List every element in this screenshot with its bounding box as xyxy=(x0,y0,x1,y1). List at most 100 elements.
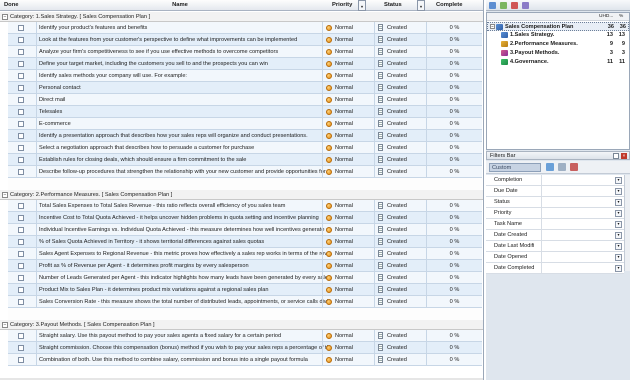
task-complete[interactable]: 0 % xyxy=(426,154,482,166)
task-row[interactable]: Describe follow-up procedures that stren… xyxy=(0,166,482,178)
tree-item-performance-measures[interactable]: 2.Performance Measures. 9 9 xyxy=(487,40,629,49)
filter-field-row[interactable]: Task Name ▾ xyxy=(486,219,624,230)
task-status[interactable]: Created xyxy=(374,154,426,166)
task-name[interactable]: Telesales xyxy=(36,106,330,118)
task-complete[interactable]: 0 % xyxy=(426,224,482,236)
pin-icon[interactable] xyxy=(613,153,619,159)
task-row[interactable]: Look at the features from your customer'… xyxy=(0,34,482,46)
task-name[interactable]: Straight commission. Choose this compens… xyxy=(36,342,330,354)
task-complete[interactable]: 0 % xyxy=(426,354,482,366)
task-row[interactable]: Number of Leads Generated per Agent - th… xyxy=(0,272,482,284)
task-complete[interactable]: 0 % xyxy=(426,118,482,130)
chevron-down-icon[interactable]: ▾ xyxy=(615,254,622,261)
task-row[interactable]: Identify a presentation approach that de… xyxy=(0,130,482,142)
task-name[interactable]: Establish rules for closing deals, which… xyxy=(36,154,330,166)
done-checkbox[interactable] xyxy=(18,37,24,43)
task-name[interactable]: Describe follow-up procedures that stren… xyxy=(36,166,330,178)
tree-item-root[interactable]: − Sales Compensation Plan 36 36 xyxy=(487,22,629,31)
task-name[interactable]: Look at the features from your customer'… xyxy=(36,34,330,46)
task-priority[interactable]: Normal xyxy=(322,154,374,166)
done-checkbox[interactable] xyxy=(18,73,24,79)
task-name[interactable]: Identify your product's features and ben… xyxy=(36,22,330,34)
task-priority[interactable]: Normal xyxy=(322,236,374,248)
task-status[interactable]: Created xyxy=(374,212,426,224)
task-row[interactable]: Define your target market, including the… xyxy=(0,58,482,70)
group-header[interactable]: − Category: 2.Performance Measures. [ Sal… xyxy=(0,190,483,200)
done-checkbox[interactable] xyxy=(18,121,24,127)
tree-item-payout-methods[interactable]: 3.Payout Methods. 3 3 xyxy=(487,49,629,58)
filter-field-row[interactable]: Priority ▾ xyxy=(486,208,624,219)
task-name[interactable]: Sales Agent Expenses to Regional Revenue… xyxy=(36,248,330,260)
task-row[interactable]: Straight salary. Use this payout method … xyxy=(0,330,482,342)
task-complete[interactable]: 0 % xyxy=(426,342,482,354)
filter-field-row[interactable]: Due Date ▾ xyxy=(486,186,624,197)
task-name[interactable]: Profit as % of Revenue per Agent - it de… xyxy=(36,260,330,272)
filter-preset-select[interactable]: Custom xyxy=(489,163,541,172)
task-name[interactable]: Identify a presentation approach that de… xyxy=(36,130,330,142)
task-complete[interactable]: 0 % xyxy=(426,130,482,142)
filters-scrollbar[interactable] xyxy=(624,175,630,271)
task-status[interactable]: Created xyxy=(374,296,426,308)
task-priority[interactable]: Normal xyxy=(322,248,374,260)
collapse-icon[interactable]: − xyxy=(2,13,8,20)
clear-filter-icon[interactable] xyxy=(570,163,578,171)
task-complete[interactable]: 0 % xyxy=(426,22,482,34)
task-name[interactable]: Incentive Cost to Total Quota Achieved -… xyxy=(36,212,330,224)
task-row[interactable]: Analyze your firm's competitiveness to s… xyxy=(0,46,482,58)
tree-item-sales-strategy[interactable]: 1.Sales Strategy. 13 13 xyxy=(487,31,629,40)
task-priority[interactable]: Normal xyxy=(322,94,374,106)
task-name[interactable]: Sales Conversion Rate - this measure sho… xyxy=(36,296,330,308)
new-folder-icon[interactable] xyxy=(489,2,496,9)
done-checkbox[interactable] xyxy=(18,357,24,363)
task-priority[interactable]: Normal xyxy=(322,354,374,366)
done-checkbox[interactable] xyxy=(18,157,24,163)
collapse-icon[interactable]: − xyxy=(2,321,8,328)
task-complete[interactable]: 0 % xyxy=(426,296,482,308)
task-complete[interactable]: 0 % xyxy=(426,58,482,70)
chevron-down-icon[interactable]: ▾ xyxy=(615,210,622,217)
task-status[interactable]: Created xyxy=(374,82,426,94)
task-priority[interactable]: Normal xyxy=(322,272,374,284)
done-checkbox[interactable] xyxy=(18,145,24,151)
task-row[interactable]: Sales Conversion Rate - this measure sho… xyxy=(0,296,482,308)
done-checkbox[interactable] xyxy=(18,345,24,351)
chevron-down-icon[interactable]: ▾ xyxy=(615,199,622,206)
column-header-name[interactable]: Name xyxy=(150,0,210,11)
chevron-down-icon[interactable]: ▾ xyxy=(615,177,622,184)
task-name[interactable]: Product Mix to Sales Plan - it determine… xyxy=(36,284,330,296)
done-checkbox[interactable] xyxy=(18,215,24,221)
task-complete[interactable]: 0 % xyxy=(426,260,482,272)
chevron-down-icon[interactable]: ▾ xyxy=(615,188,622,195)
task-row[interactable]: Sales Agent Expenses to Regional Revenue… xyxy=(0,248,482,260)
task-status[interactable]: Created xyxy=(374,130,426,142)
task-status[interactable]: Created xyxy=(374,330,426,342)
task-name[interactable]: Total Sales Expenses to Total Sales Reve… xyxy=(36,200,330,212)
filter-field-row[interactable]: Date Opened ▾ xyxy=(486,252,624,263)
task-priority[interactable]: Normal xyxy=(322,142,374,154)
task-priority[interactable]: Normal xyxy=(322,106,374,118)
task-row[interactable]: Straight commission. Choose this compens… xyxy=(0,342,482,354)
done-checkbox[interactable] xyxy=(18,85,24,91)
done-checkbox[interactable] xyxy=(18,97,24,103)
task-status[interactable]: Created xyxy=(374,200,426,212)
task-status[interactable]: Created xyxy=(374,224,426,236)
task-row[interactable]: % of Sales Quota Achieved in Territory -… xyxy=(0,236,482,248)
filter-field-row[interactable]: Status ▾ xyxy=(486,197,624,208)
filter-field-row[interactable]: Date Completed ▾ xyxy=(486,263,624,274)
delete-icon[interactable] xyxy=(511,2,518,9)
task-priority[interactable]: Normal xyxy=(322,260,374,272)
filter-field-row[interactable]: Date Created ▾ xyxy=(486,230,624,241)
task-complete[interactable]: 0 % xyxy=(426,236,482,248)
task-status[interactable]: Created xyxy=(374,236,426,248)
task-row[interactable]: Total Sales Expenses to Total Sales Reve… xyxy=(0,200,482,212)
task-status[interactable]: Created xyxy=(374,248,426,260)
task-complete[interactable]: 0 % xyxy=(426,248,482,260)
task-row[interactable]: Telesales Normal Created 0 % xyxy=(0,106,482,118)
task-name[interactable]: Define your target market, including the… xyxy=(36,58,330,70)
done-checkbox[interactable] xyxy=(18,333,24,339)
done-checkbox[interactable] xyxy=(18,49,24,55)
task-complete[interactable]: 0 % xyxy=(426,70,482,82)
column-header-status[interactable]: Status xyxy=(384,0,402,11)
done-checkbox[interactable] xyxy=(18,61,24,67)
collapse-icon[interactable]: − xyxy=(2,191,8,198)
